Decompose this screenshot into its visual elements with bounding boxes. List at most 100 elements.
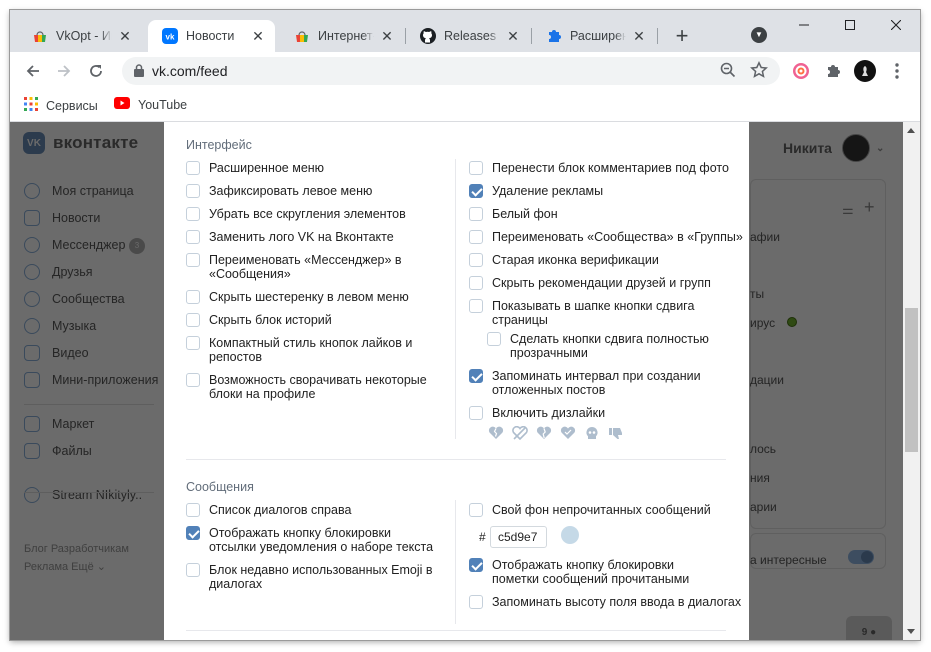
checkbox[interactable] xyxy=(186,336,200,350)
page-scrollbar[interactable] xyxy=(903,122,920,640)
tab-extensions[interactable]: Расширени ✕ xyxy=(532,20,656,52)
bookmark-star-icon[interactable] xyxy=(750,61,768,84)
checkbox[interactable] xyxy=(469,406,483,420)
checkbox[interactable] xyxy=(186,184,200,198)
option-old-verify-icon[interactable]: Старая иконка верификации xyxy=(469,253,659,267)
option-rename-groups[interactable]: Переименовать «Сообщества» в «Группы» xyxy=(469,230,743,244)
option-collapse-blocks[interactable]: Возможность сворачивать некоторые блоки … xyxy=(186,373,436,401)
scroll-up-icon[interactable] xyxy=(907,128,915,133)
profile-avatar-icon[interactable] xyxy=(854,60,876,82)
option-hide-recommendations[interactable]: Скрыть рекомендации друзей и групп xyxy=(469,276,711,290)
option-hide-stories[interactable]: Скрыть блок историй xyxy=(186,313,332,327)
option-replace-logo[interactable]: Заменить лого VK на Вконтакте xyxy=(186,230,394,244)
url-text[interactable]: vk.com/feed xyxy=(152,63,227,79)
reload-button[interactable] xyxy=(81,56,111,86)
checkbox[interactable] xyxy=(186,290,200,304)
sidebar-footer-links[interactable]: Реклама Ещё ⌄ xyxy=(24,560,106,573)
close-window-button[interactable] xyxy=(873,10,919,40)
checkbox[interactable] xyxy=(469,207,483,221)
filter-settings-icon[interactable]: ⚌ xyxy=(842,202,854,218)
checkbox-checked[interactable] xyxy=(469,558,483,572)
lock-icon[interactable] xyxy=(134,64,144,82)
sidebar-item-friends[interactable]: Друзья xyxy=(24,261,93,283)
checkbox[interactable] xyxy=(186,373,200,387)
thumbs-down-icon[interactable] xyxy=(608,426,624,440)
option-hide-gear[interactable]: Скрыть шестеренку в левом меню xyxy=(186,290,409,304)
checkbox[interactable] xyxy=(469,503,483,517)
sidebar-item-files[interactable]: Файлы xyxy=(24,440,92,462)
extensions-puzzle-icon[interactable] xyxy=(823,61,843,81)
option-remember-input-height[interactable]: Запоминать высоту поля ввода в диалогах xyxy=(469,595,741,609)
scroll-down-icon[interactable] xyxy=(907,629,915,634)
checkbox[interactable] xyxy=(469,299,483,313)
option-extended-menu[interactable]: Расширенное меню xyxy=(186,161,324,175)
tab-releases[interactable]: Releases · V ✕ xyxy=(406,20,530,52)
option-read-mark-block-button[interactable]: Отображать кнопку блокировки пометки соо… xyxy=(469,558,719,586)
tab-news[interactable]: vk Новости ✕ xyxy=(148,20,275,52)
minimize-button[interactable] xyxy=(781,10,827,40)
checkbox[interactable] xyxy=(186,230,200,244)
checkbox[interactable] xyxy=(186,313,200,327)
tab-search-icon[interactable]: ▼ xyxy=(751,27,767,43)
chat-button[interactable]: 9 ● xyxy=(846,616,892,640)
option-compact-likes[interactable]: Компактный стиль кнопок лайков и репосто… xyxy=(186,336,426,364)
checkbox-checked[interactable] xyxy=(469,184,483,198)
option-remember-interval[interactable]: Запоминать интервал при создании отложен… xyxy=(469,369,709,397)
scrollbar-thumb[interactable] xyxy=(905,308,918,452)
sidebar-footer-links[interactable]: Блог Разработчикам xyxy=(24,543,129,555)
bookmark-youtube[interactable]: YouTube xyxy=(114,97,187,112)
close-tab-icon[interactable]: ✕ xyxy=(504,27,522,45)
checkbox[interactable] xyxy=(186,253,200,267)
close-tab-icon[interactable]: ✕ xyxy=(378,27,396,45)
broken-heart-icon[interactable] xyxy=(536,426,552,440)
checkbox-checked[interactable] xyxy=(186,526,200,540)
checkbox[interactable] xyxy=(469,230,483,244)
maximize-button[interactable] xyxy=(827,10,873,40)
sidebar-item-stream[interactable]: Stream NIkityly.. xyxy=(24,484,142,506)
sidebar-item-video[interactable]: Видео xyxy=(24,342,89,364)
option-dialogs-right[interactable]: Список диалогов справа xyxy=(186,503,351,517)
address-bar[interactable]: vk.com/feed xyxy=(122,57,780,85)
option-white-bg[interactable]: Белый фон xyxy=(469,207,558,221)
sidebar-item-music[interactable]: Музыка xyxy=(24,315,96,337)
forward-button[interactable] xyxy=(49,56,79,86)
sidebar-item-messenger[interactable]: Мессенджер xyxy=(24,234,125,256)
checkbox[interactable] xyxy=(487,332,501,346)
checkbox[interactable] xyxy=(469,161,483,175)
extension-target-icon[interactable] xyxy=(791,61,811,81)
right-panel-item[interactable]: ирус xyxy=(750,316,775,330)
close-tab-icon[interactable]: ✕ xyxy=(116,27,134,45)
checkbox[interactable] xyxy=(469,276,483,290)
sidebar-item-groups[interactable]: Сообщества xyxy=(24,288,125,310)
right-panel-item[interactable]: афии xyxy=(750,230,780,244)
user-menu[interactable]: Никита ⌄ xyxy=(783,134,884,162)
sidebar-item-news[interactable]: Новости xyxy=(24,207,100,229)
tab-internet[interactable]: Интернет-м ✕ xyxy=(280,20,404,52)
right-panel-item[interactable]: лось xyxy=(750,442,776,456)
skull-icon[interactable] xyxy=(584,426,600,440)
option-fix-left-menu[interactable]: Зафиксировать левое меню xyxy=(186,184,372,198)
close-tab-icon[interactable]: ✕ xyxy=(249,27,267,45)
checkbox[interactable] xyxy=(469,253,483,267)
checkbox[interactable] xyxy=(186,161,200,175)
option-remove-rounding[interactable]: Убрать все скругления элементов xyxy=(186,207,406,221)
option-scroll-buttons[interactable]: Показывать в шапке кнопки сдвига страниц… xyxy=(469,299,709,327)
heart-icon[interactable] xyxy=(560,426,576,440)
crossed-heart-icon[interactable] xyxy=(512,426,528,440)
checkbox[interactable] xyxy=(469,595,483,609)
plus-icon[interactable]: + xyxy=(864,197,875,218)
option-unread-bg[interactable]: Свой фон непрочитанных сообщений xyxy=(469,503,711,517)
zoom-icon[interactable] xyxy=(720,62,736,83)
option-enable-dislikes[interactable]: Включить дизлайки xyxy=(469,406,605,420)
menu-kebab-icon[interactable] xyxy=(887,61,907,81)
right-panel-item[interactable]: ты xyxy=(750,287,764,301)
right-panel-item[interactable]: дации xyxy=(750,373,784,387)
checkbox[interactable] xyxy=(186,207,200,221)
option-rename-messenger[interactable]: Переименовать «Мессенджер» в «Сообщения» xyxy=(186,253,426,281)
close-tab-icon[interactable]: ✕ xyxy=(630,27,648,45)
bookmark-services[interactable]: Сервисы xyxy=(24,97,98,114)
option-remove-ads[interactable]: Удаление рекламы xyxy=(469,184,603,198)
option-typing-block-button[interactable]: Отображать кнопку блокировки отсылки уве… xyxy=(186,526,441,554)
interesting-toggle[interactable] xyxy=(848,550,874,564)
broken-heart-icon[interactable] xyxy=(488,426,504,440)
